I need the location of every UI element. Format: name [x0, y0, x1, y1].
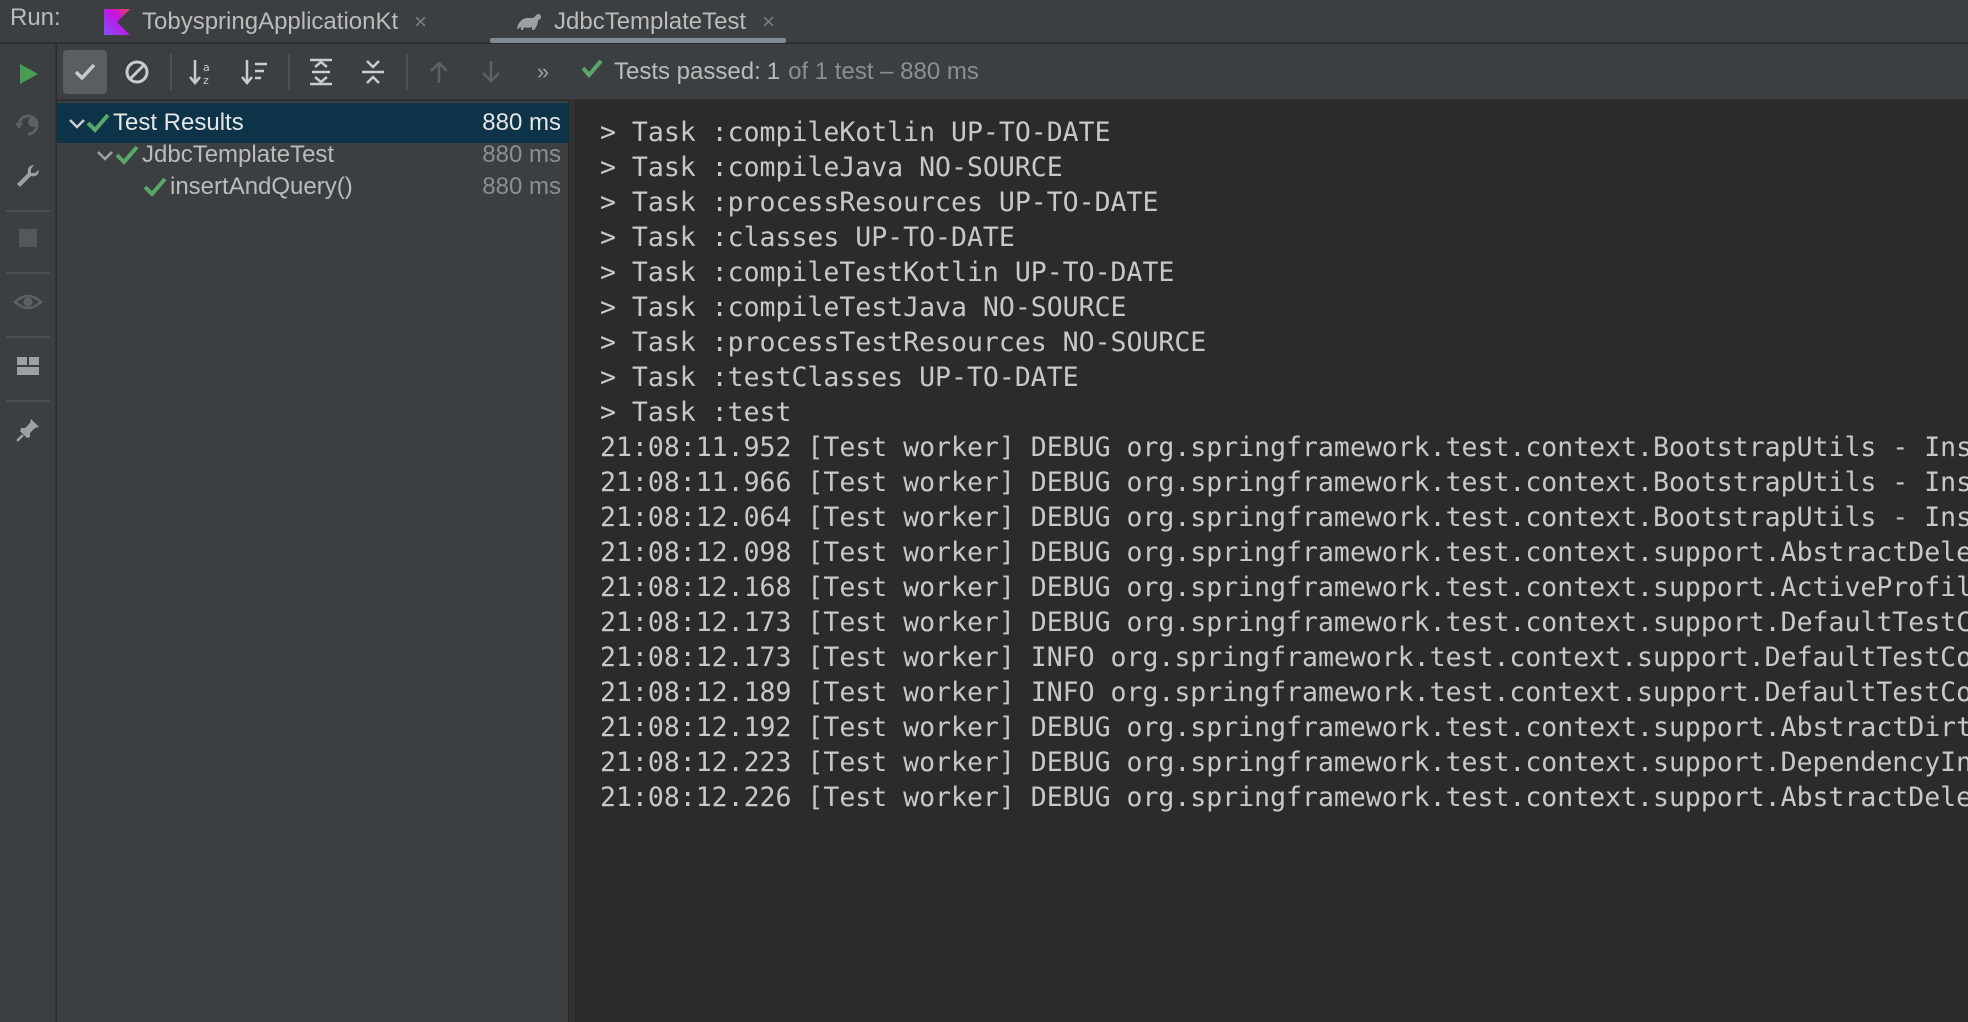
svg-text:z: z — [203, 74, 209, 87]
chevron-down-icon[interactable] — [95, 145, 115, 165]
console-line: 21:08:12.189 [Test worker] INFO org.spri… — [600, 677, 1968, 708]
status-suffix: of 1 test – 880 ms — [788, 57, 979, 85]
passed-icon — [85, 110, 111, 136]
show-passed-icon[interactable] — [63, 50, 107, 94]
separator — [406, 54, 408, 90]
rerun-failed-icon[interactable] — [10, 106, 46, 142]
run-tab-bar: Run: TobyspringApplicationKt × JdbcTempl… — [0, 0, 1968, 43]
console-output[interactable]: > Task :compileKotlin UP-TO-DATE > Task … — [575, 101, 1968, 1022]
tab-label: JdbcTemplateTest — [554, 7, 747, 35]
console-line: > Task :compileTestJava NO-SOURCE — [600, 292, 1127, 323]
separator — [6, 336, 50, 338]
console-line: > Task :test — [600, 397, 792, 428]
passed-icon — [142, 174, 168, 200]
console-line: > Task :processTestResources NO-SOURCE — [600, 327, 1207, 358]
eye-icon[interactable] — [10, 284, 46, 320]
svg-text:a: a — [203, 61, 210, 74]
test-status: Tests passed: 1 of 1 test – 880 ms — [580, 56, 979, 87]
close-icon[interactable]: × — [762, 9, 775, 35]
status-count: 1 — [766, 57, 781, 85]
console-line: 21:08:12.098 [Test worker] DEBUG org.spr… — [600, 537, 1968, 568]
duration: 880 ms — [482, 109, 561, 136]
more-actions-icon[interactable]: » — [521, 50, 565, 94]
rerun-icon[interactable] — [10, 56, 46, 92]
console-line: > Task :classes UP-TO-DATE — [600, 222, 1015, 253]
collapse-all-icon[interactable] — [351, 50, 395, 94]
sort-by-duration-icon[interactable] — [233, 50, 277, 94]
console-line: 21:08:11.966 [Test worker] DEBUG org.spr… — [600, 467, 1968, 498]
console-line: 21:08:12.173 [Test worker] INFO org.spri… — [600, 642, 1968, 673]
console-line: > Task :compileJava NO-SOURCE — [600, 152, 1063, 183]
separator — [6, 272, 50, 274]
active-tab-indicator — [490, 38, 786, 43]
left-toolbar — [0, 44, 56, 1022]
tab-label: TobyspringApplicationKt — [142, 7, 399, 35]
console-line: > Task :compileKotlin UP-TO-DATE — [600, 117, 1111, 148]
separator — [288, 54, 290, 90]
console-line: > Task :processResources UP-TO-DATE — [600, 187, 1159, 218]
separator — [170, 54, 172, 90]
separator — [6, 210, 50, 212]
console-line: 21:08:12.168 [Test worker] DEBUG org.spr… — [600, 572, 1968, 603]
tree-item-label: insertAndQuery() — [170, 173, 353, 200]
console-line: 21:08:12.173 [Test worker] DEBUG org.spr… — [600, 607, 1968, 638]
console-line: 21:08:12.223 [Test worker] DEBUG org.spr… — [600, 747, 1968, 778]
gradle-icon — [514, 7, 544, 37]
pin-icon[interactable] — [10, 412, 46, 448]
tree-item-label: JdbcTemplateTest — [142, 141, 335, 168]
console-line: > Task :testClasses UP-TO-DATE — [600, 362, 1079, 393]
sort-alphabetically-icon[interactable]: a z — [181, 50, 225, 94]
close-icon[interactable]: × — [414, 9, 427, 35]
console-line: > Task :compileTestKotlin UP-TO-DATE — [600, 257, 1175, 288]
run-label: Run: — [10, 4, 61, 31]
show-ignored-icon[interactable] — [115, 50, 159, 94]
stop-icon[interactable] — [10, 220, 46, 256]
kotlin-icon — [102, 7, 132, 37]
previous-failed-icon[interactable] — [417, 50, 461, 94]
tab-jdbc-template-test[interactable]: JdbcTemplateTest × — [514, 0, 775, 43]
next-failed-icon[interactable] — [469, 50, 513, 94]
expand-all-icon[interactable] — [299, 50, 343, 94]
tree-item-label: Test Results — [113, 109, 244, 136]
wrench-icon[interactable] — [10, 158, 46, 194]
check-icon — [580, 56, 604, 87]
console-line: 21:08:11.952 [Test worker] DEBUG org.spr… — [600, 432, 1968, 463]
test-runner-toolbar: a z » Tests passed: 1 of 1 test – 880 ms — [57, 44, 1968, 100]
passed-icon — [114, 142, 140, 168]
console-line: 21:08:12.064 [Test worker] DEBUG org.spr… — [600, 502, 1968, 533]
layout-icon[interactable] — [10, 348, 46, 384]
duration: 880 ms — [482, 141, 561, 168]
console-line: 21:08:12.192 [Test worker] DEBUG org.spr… — [600, 712, 1968, 743]
duration: 880 ms — [482, 173, 561, 200]
test-tree: Test Results 880 ms JdbcTemplateTest 880… — [57, 101, 569, 1022]
tab-tobyspring-application[interactable]: TobyspringApplicationKt × — [102, 0, 427, 43]
chevron-down-icon[interactable] — [67, 113, 87, 133]
status-prefix: Tests passed: — [614, 57, 761, 85]
separator — [6, 400, 50, 402]
console-line: 21:08:12.226 [Test worker] DEBUG org.spr… — [600, 782, 1968, 813]
tree-item-insert-and-query[interactable]: insertAndQuery() 880 ms — [57, 167, 569, 207]
